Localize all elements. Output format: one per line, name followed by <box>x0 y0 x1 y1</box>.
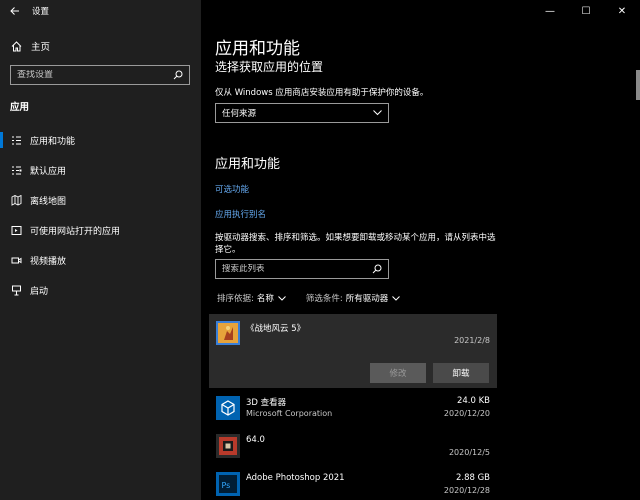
app-list-search-input[interactable] <box>216 264 369 274</box>
battlefield-icon <box>216 321 240 345</box>
home-label: 主页 <box>31 42 51 53</box>
sidebar-search[interactable] <box>10 65 190 85</box>
app-list-item[interactable]: 《战地风云 5》 2021/2/8 修改 卸载 <box>209 314 497 388</box>
app-aliases-link[interactable]: 应用执行别名 <box>215 208 266 220</box>
section-label: 应用 <box>10 102 30 113</box>
minimize-button[interactable]: — <box>532 0 568 22</box>
sidebar-item-startup[interactable]: 启动 <box>0 278 201 302</box>
chevron-down-icon[interactable] <box>392 295 401 301</box>
sort-label: 排序依据: <box>217 294 254 304</box>
settings-search-input[interactable] <box>11 70 170 80</box>
sidebar: 设置 主页 应用 应用和功能 默认应用 离线地图 可 <box>0 0 201 500</box>
chevron-down-icon <box>373 110 382 116</box>
app-date: 2020/12/28 <box>443 486 490 495</box>
app-list-item[interactable]: 64.0 2020/12/5 <box>209 432 497 462</box>
sort-filter-row: 排序依据: 名称 筛选条件: 所有驱动器 <box>217 292 420 304</box>
app-name: 64.0 <box>246 435 265 445</box>
chevron-down-icon[interactable] <box>278 295 286 301</box>
app-source-dropdown[interactable]: 任何来源 <box>215 103 389 123</box>
app-date: 2020/12/5 <box>448 448 490 457</box>
search-icon[interactable] <box>369 261 385 277</box>
nav-home[interactable]: 主页 <box>10 38 50 54</box>
search-icon[interactable] <box>170 67 186 83</box>
app-title: 设置 <box>32 7 50 17</box>
sidebar-item-website-apps[interactable]: 可使用网站打开的应用 <box>0 218 201 242</box>
startup-icon <box>10 284 22 296</box>
sidebar-item-label: 应用和功能 <box>30 136 76 147</box>
apps-list-icon <box>10 134 22 146</box>
app-list-item[interactable]: Ps Adobe Photoshop 2021 2.88 GB 2020/12/… <box>209 470 497 500</box>
video-icon <box>10 254 22 266</box>
app-date: 2021/2/8 <box>454 336 490 345</box>
sidebar-item-label: 离线地图 <box>30 196 67 207</box>
close-button[interactable]: ✕ <box>604 0 640 22</box>
app-list-item[interactable]: 3D 查看器 Microsoft Corporation 24.0 KB 202… <box>209 394 497 424</box>
sidebar-item-video-playback[interactable]: 视频播放 <box>0 248 201 272</box>
app-publisher: Microsoft Corporation <box>246 409 333 418</box>
selection-indicator <box>0 132 3 148</box>
main-content: — ☐ ✕ 应用和功能 选择获取应用的位置 仅从 Windows 应用商店安装应… <box>201 0 640 500</box>
sidebar-item-label: 启动 <box>30 286 49 297</box>
back-arrow-icon <box>10 7 19 15</box>
window-controls: — ☐ ✕ <box>532 0 640 22</box>
app-name: 《战地风云 5》 <box>246 324 306 334</box>
filter-dropdown[interactable]: 所有驱动器 <box>346 292 389 304</box>
app-size: 2.88 GB <box>455 473 490 483</box>
optional-features-link[interactable]: 可选功能 <box>215 183 249 195</box>
3d-viewer-icon <box>216 396 240 420</box>
app-date: 2020/12/20 <box>443 409 490 418</box>
offline-map-icon <box>10 194 22 206</box>
sidebar-item-apps-features[interactable]: 应用和功能 <box>0 128 201 152</box>
list-search[interactable] <box>215 259 389 279</box>
source-heading: 选择获取应用的位置 <box>215 60 324 74</box>
sidebar-item-label: 视频播放 <box>30 256 67 267</box>
sidebar-item-default-apps[interactable]: 默认应用 <box>0 158 201 182</box>
filter-label: 筛选条件: <box>305 294 343 304</box>
back-button[interactable] <box>0 0 30 22</box>
app-name: Adobe Photoshop 2021 <box>246 473 345 483</box>
dropdown-value: 任何来源 <box>222 109 257 119</box>
app-size: 24.0 KB <box>456 396 490 406</box>
home-icon <box>10 40 22 52</box>
list-description: 按驱动器搜索、排序和筛选。如果想要卸载或移动某个应用，请从列表中选择它。 <box>215 233 496 255</box>
sidebar-item-offline-maps[interactable]: 离线地图 <box>0 188 201 212</box>
sort-dropdown[interactable]: 名称 <box>257 292 274 304</box>
photoshop-icon: Ps <box>216 472 240 496</box>
website-app-icon <box>10 224 22 236</box>
section-heading: 应用和功能 <box>215 157 281 172</box>
default-apps-icon <box>10 164 22 176</box>
scrollbar[interactable] <box>636 70 640 100</box>
sidebar-item-label: 可使用网站打开的应用 <box>30 226 121 237</box>
page-title: 应用和功能 <box>215 39 300 59</box>
svg-text:Ps: Ps <box>222 481 231 490</box>
source-description: 仅从 Windows 应用商店安装应用有助于保护你的设备。 <box>215 88 429 98</box>
modify-button[interactable]: 修改 <box>370 363 426 383</box>
sidebar-item-label: 默认应用 <box>30 166 67 177</box>
maximize-button[interactable]: ☐ <box>568 0 604 22</box>
app-name: 3D 查看器 <box>246 398 287 408</box>
uninstall-button[interactable]: 卸载 <box>433 363 489 383</box>
generic-app-icon <box>216 434 240 458</box>
titlebar-left: 设置 <box>0 0 201 22</box>
